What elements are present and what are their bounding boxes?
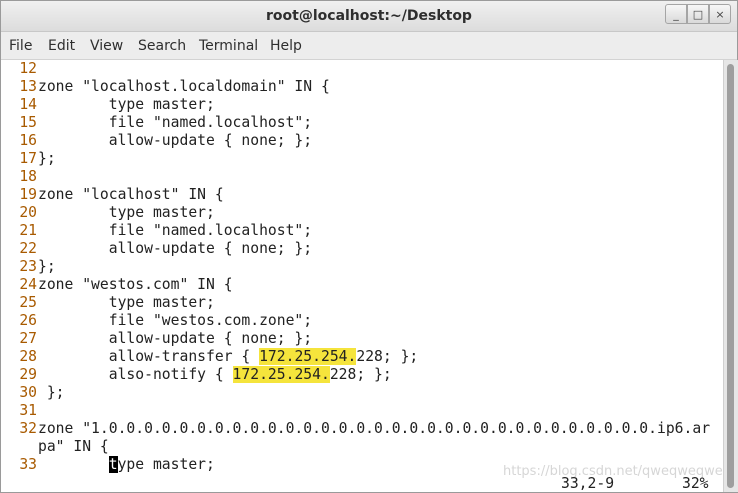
code-line: 12 bbox=[1, 60, 38, 78]
code-line: 27 allow-update { none; }; bbox=[1, 330, 312, 348]
code-line: 15 file "named.localhost"; bbox=[1, 114, 312, 132]
code-line: 17}; bbox=[1, 150, 56, 168]
code-line: 20 type master; bbox=[1, 204, 215, 222]
code-text: allow-update { none; }; bbox=[38, 330, 313, 347]
code-line: 16 allow-update { none; }; bbox=[1, 132, 312, 150]
menu-bar: File Edit View Search Terminal Help bbox=[1, 32, 737, 60]
code-line: 21 file "named.localhost"; bbox=[1, 222, 312, 240]
scrollbar[interactable] bbox=[723, 60, 738, 492]
window-controls: _ □ × bbox=[665, 4, 731, 24]
code-text: zone "westos.com" IN { bbox=[38, 276, 233, 293]
code-text: also-notify { bbox=[38, 366, 233, 383]
close-button[interactable]: × bbox=[709, 4, 731, 24]
line-number: 13 bbox=[19, 78, 37, 95]
code-text: 228; }; bbox=[329, 366, 392, 383]
title-bar[interactable]: root@localhost:~/Desktop _ □ × bbox=[1, 1, 737, 32]
code-line: 25 type master; bbox=[1, 294, 215, 312]
line-number: 28 bbox=[19, 348, 37, 365]
code-text: allow-update { none; }; bbox=[38, 240, 313, 257]
line-number: 25 bbox=[19, 294, 37, 311]
scrollbar-thumb[interactable] bbox=[727, 64, 734, 488]
code-text: }; bbox=[38, 150, 56, 167]
code-line: 24zone "westos.com" IN { bbox=[1, 276, 233, 294]
code-line: 30 }; bbox=[1, 384, 65, 402]
code-text: type master; bbox=[38, 96, 215, 113]
code-text: zone "1.0.0.0.0.0.0.0.0.0.0.0.0.0.0.0.0.… bbox=[38, 420, 711, 437]
line-number: 26 bbox=[19, 312, 37, 329]
line-number: 22 bbox=[19, 240, 37, 257]
code-line: 32zone "1.0.0.0.0.0.0.0.0.0.0.0.0.0.0.0.… bbox=[1, 420, 710, 438]
code-line: 26 file "westos.com.zone"; bbox=[1, 312, 312, 330]
search-highlight: 172.25.254. bbox=[232, 366, 330, 383]
code-text: file "named.localhost"; bbox=[38, 222, 313, 239]
line-number: 30 bbox=[19, 384, 37, 401]
code-text: 228; }; bbox=[356, 348, 419, 365]
line-number: 12 bbox=[19, 60, 37, 77]
code-line: 14 type master; bbox=[1, 96, 215, 114]
line-number: 15 bbox=[19, 114, 37, 131]
menu-terminal[interactable]: Terminal bbox=[199, 38, 258, 54]
menu-file[interactable]: File bbox=[9, 38, 32, 54]
code-text: zone "localhost.localdomain" IN { bbox=[38, 78, 330, 95]
code-text: pa" IN { bbox=[38, 438, 109, 455]
code-line: 29 also-notify { 172.25.254.228; }; bbox=[1, 366, 392, 384]
code-text: file "named.localhost"; bbox=[38, 114, 313, 131]
code-line: pa" IN { bbox=[1, 438, 109, 456]
terminal-window: root@localhost:~/Desktop _ □ × File Edit… bbox=[0, 0, 738, 493]
line-number: 20 bbox=[19, 204, 37, 221]
code-line: 18 bbox=[1, 168, 38, 186]
line-number: 18 bbox=[19, 168, 37, 185]
line-number: 24 bbox=[19, 276, 37, 293]
code-line: 31 bbox=[1, 402, 38, 420]
line-number: 23 bbox=[19, 258, 37, 275]
minimize-button[interactable]: _ bbox=[665, 4, 687, 24]
scroll-percent: 32% bbox=[682, 475, 709, 492]
code-line: 22 allow-update { none; }; bbox=[1, 240, 312, 258]
terminal-content[interactable]: 12 13zone "localhost.localdomain" IN {14 … bbox=[1, 60, 723, 492]
code-text: allow-update { none; }; bbox=[38, 132, 313, 149]
line-number: 14 bbox=[19, 96, 37, 113]
line-number: 32 bbox=[19, 420, 37, 437]
line-number: 21 bbox=[19, 222, 37, 239]
code-text: ype master; bbox=[117, 456, 215, 473]
code-line: 19zone "localhost" IN { bbox=[1, 186, 224, 204]
code-text: type master; bbox=[38, 294, 215, 311]
code-text: }; bbox=[38, 258, 56, 275]
line-number: 19 bbox=[19, 186, 37, 203]
window-title: root@localhost:~/Desktop bbox=[266, 8, 472, 24]
cursor-position: 33,2-9 bbox=[561, 475, 615, 492]
maximize-button[interactable]: □ bbox=[687, 4, 709, 24]
code-text: zone "localhost" IN { bbox=[38, 186, 224, 203]
line-number: 31 bbox=[19, 402, 37, 419]
menu-edit[interactable]: Edit bbox=[48, 38, 75, 54]
code-line: 13zone "localhost.localdomain" IN { bbox=[1, 78, 330, 96]
code-text: type master; bbox=[38, 204, 215, 221]
code-line: 28 allow-transfer { 172.25.254.228; }; bbox=[1, 348, 418, 366]
line-number: 27 bbox=[19, 330, 37, 347]
line-number: 33 bbox=[19, 456, 37, 473]
line-number: 17 bbox=[19, 150, 37, 167]
search-highlight: 172.25.254. bbox=[259, 348, 357, 365]
code-text: allow-transfer { bbox=[38, 348, 260, 365]
code-line: 23}; bbox=[1, 258, 56, 276]
line-number: 29 bbox=[19, 366, 37, 383]
menu-search[interactable]: Search bbox=[138, 38, 186, 54]
line-number: 16 bbox=[19, 132, 37, 149]
menu-view[interactable]: View bbox=[90, 38, 123, 54]
code-line: 33 type master; bbox=[1, 456, 215, 474]
code-text: }; bbox=[38, 384, 65, 401]
text-cursor: t bbox=[108, 456, 118, 473]
code-text: file "westos.com.zone"; bbox=[38, 312, 313, 329]
menu-help[interactable]: Help bbox=[270, 38, 302, 54]
